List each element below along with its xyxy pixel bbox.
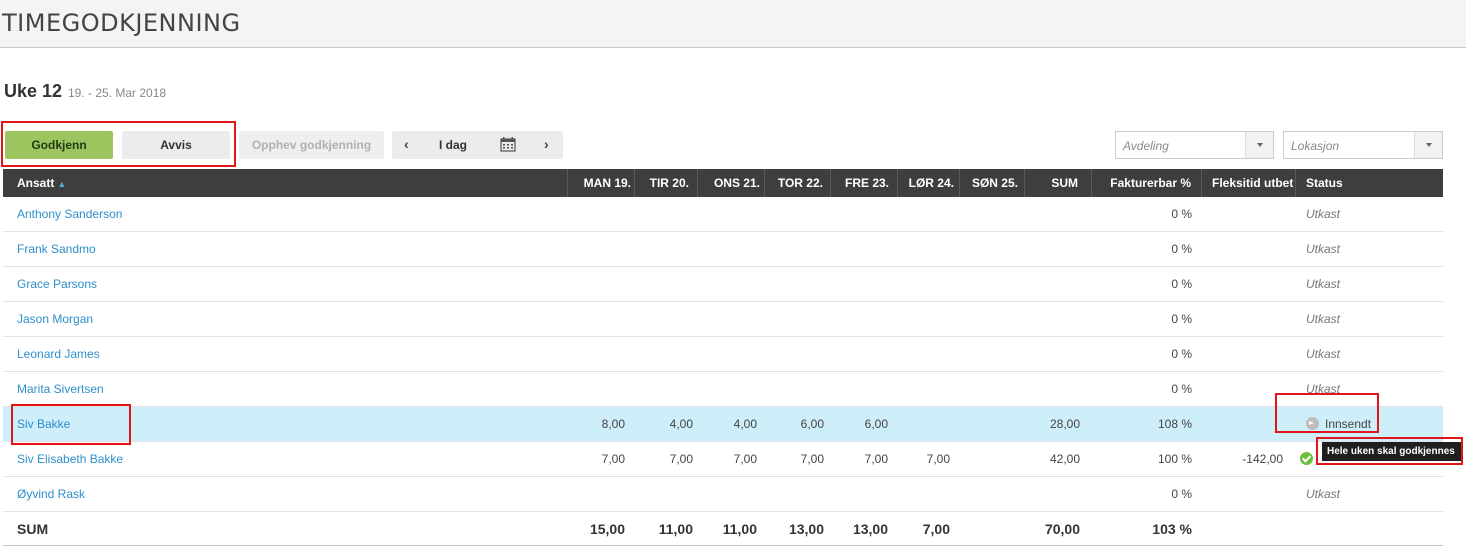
cell-mon: 8,00 [601,417,625,431]
cell-tue: 7,00 [669,452,693,466]
table-row[interactable]: Marita Sivertsen 0 % Utkast [3,372,1443,407]
total-wed: 11,00 [722,521,757,537]
cell-billable: 0 % [1171,382,1192,396]
cell-thu: 7,00 [800,452,824,466]
arrow-right-circle-icon [1306,417,1319,430]
total-sum: 70,00 [1044,521,1080,537]
employee-name-link[interactable]: Jason Morgan [17,302,93,336]
employee-name-link[interactable]: Frank Sandmo [17,232,96,266]
total-fri: 13,00 [852,521,888,537]
total-billable: 103 % [1152,521,1192,537]
reject-button[interactable]: Avvis [122,131,230,159]
employee-name-link[interactable]: Marita Sivertsen [17,372,104,406]
top-bar: TIMEGODKJENNING [0,0,1466,48]
table-row[interactable]: Siv Elisabeth Bakke 7,00 7,00 7,00 7,00 7,00 7… [3,442,1443,477]
employee-name-link[interactable]: Siv Elisabeth Bakke [17,442,123,476]
cell-fri: 7,00 [864,452,888,466]
next-week-button[interactable]: › [544,136,549,152]
chevron-down-icon [1414,132,1442,158]
week-date-range: 19. - 25. Mar 2018 [68,86,167,100]
column-tue: TIR 20. [634,169,697,197]
table-body: Anthony Sanderson 0 % Utkast Frank Sandmo 0 … [3,197,1443,546]
approve-button[interactable]: Godkjenn [5,131,113,159]
total-sat: 7,00 [922,521,950,537]
status-text: Utkast [1306,382,1341,396]
total-tue: 11,00 [658,521,693,537]
employee-name-link[interactable]: Grace Parsons [17,267,97,301]
cell-billable: 100 % [1157,452,1192,466]
cell-thu: 6,00 [800,417,824,431]
chevron-down-icon [1245,132,1273,158]
cell-billable: 0 % [1171,347,1192,361]
table-row[interactable]: Jason Morgan 0 % Utkast [3,302,1443,337]
cell-wed: 7,00 [733,452,757,466]
status-text: Utkast [1306,277,1341,291]
column-employee-label: Ansatt [17,176,55,190]
status-text: Utkast [1306,207,1341,221]
today-button[interactable]: I dag [439,138,467,152]
table-row[interactable]: Siv Bakke 8,00 4,00 4,00 6,00 6,00 28,00 108 % I… [3,407,1443,442]
cell-billable: 0 % [1171,277,1192,291]
column-employee[interactable]: Ansatt ▲ [17,169,66,197]
cell-sat: 7,00 [926,452,950,466]
column-billable: Fakturerbar % [1091,169,1201,197]
cell-billable: 0 % [1171,207,1192,221]
cell-flex: -142,00 [1242,452,1283,466]
table-header: Ansatt ▲ MAN 19. TIR 20. ONS 21. TOR 22. … [3,169,1443,197]
cell-billable: 0 % [1171,487,1192,501]
table-row[interactable]: Leonard James 0 % Utkast [3,337,1443,372]
timesheet-table: Ansatt ▲ MAN 19. TIR 20. ONS 21. TOR 22. … [3,169,1443,546]
cell-billable: 108 % [1157,417,1192,431]
status-text: Utkast [1306,312,1341,326]
column-thu: TOR 22. [764,169,830,197]
sort-ascending-icon: ▲ [57,179,67,189]
employee-name-link[interactable]: Leonard James [17,337,100,371]
location-select[interactable]: Lokasjon [1283,131,1443,159]
status-text: Utkast [1306,487,1341,501]
department-placeholder: Avdeling [1123,139,1169,153]
cell-billable: 0 % [1171,312,1192,326]
column-sat: LØR 24. [897,169,959,197]
location-placeholder: Lokasjon [1291,139,1340,153]
cell-sum: 42,00 [1049,452,1080,466]
column-fri: FRE 23. [830,169,897,197]
page-title: TIMEGODKJENNING [2,9,241,37]
status-text: Innsendt [1325,417,1372,431]
date-navigator: ‹ I dag › [392,131,563,159]
table-row[interactable]: Øyvind Rask 0 % Utkast [3,477,1443,512]
week-title: Uke 12 [4,81,63,101]
check-circle-icon [1300,452,1313,465]
cell-billable: 0 % [1171,242,1192,256]
column-sum: SUM [1024,169,1091,197]
total-thu: 13,00 [788,521,824,537]
cell-fri: 6,00 [864,417,888,431]
table-row[interactable]: Frank Sandmo 0 % Utkast [3,232,1443,267]
column-wed: ONS 21. [697,169,764,197]
previous-week-button[interactable]: ‹ [404,136,409,152]
column-status: Status [1295,169,1443,197]
employee-name-link[interactable]: Anthony Sanderson [17,197,122,231]
totals-label: SUM [17,521,49,537]
cell-wed: 4,00 [733,417,757,431]
department-select[interactable]: Avdeling [1115,131,1274,159]
employee-name-link[interactable]: Siv Bakke [17,407,70,441]
column-sun: SØN 25. [959,169,1024,197]
status-text: Utkast [1306,242,1341,256]
total-mon: 15,00 [589,521,625,537]
cell-mon: 7,00 [601,452,625,466]
column-flex: Fleksitid utbet [1201,169,1295,197]
table-row[interactable]: Anthony Sanderson 0 % Utkast [3,197,1443,232]
cell-sum: 28,00 [1049,417,1080,431]
undo-approval-button[interactable]: Opphev godkjenning [239,131,384,159]
table-row[interactable]: Grace Parsons 0 % Utkast [3,267,1443,302]
totals-row: SUM 15,00 11,00 11,00 13,00 13,00 7,00 70,00 103… [3,512,1443,546]
status-tooltip: Hele uken skal godkjennes [1322,442,1461,461]
calendar-icon[interactable] [500,137,516,152]
cell-tue: 4,00 [669,417,693,431]
employee-name-link[interactable]: Øyvind Rask [17,477,85,511]
status-text: Utkast [1306,347,1341,361]
column-mon: MAN 19. [567,169,634,197]
